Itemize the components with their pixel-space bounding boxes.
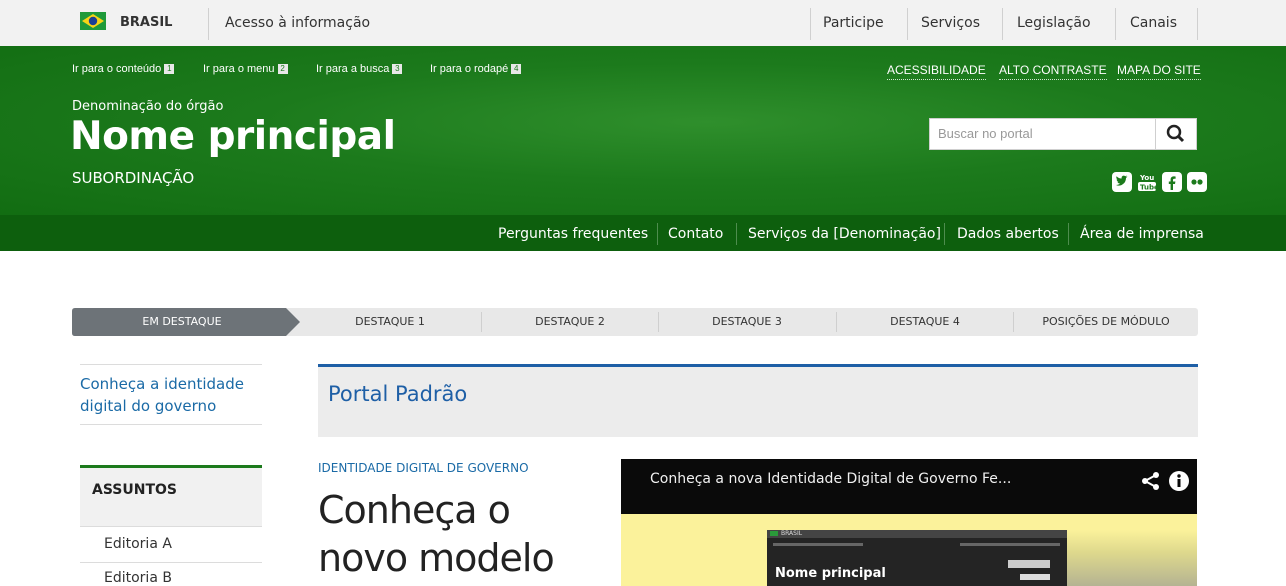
- brasil-link[interactable]: BRASIL: [120, 0, 172, 46]
- access-key: 2: [277, 64, 288, 75]
- tab-destaque-1[interactable]: DESTAQUE 1: [300, 308, 480, 336]
- divider: [208, 8, 209, 40]
- thumb-brasil: BRASIL: [781, 530, 803, 537]
- acesso-informacao-link[interactable]: Acesso à informação: [225, 0, 370, 46]
- skip-link-menu[interactable]: Ir para o menu 2: [203, 63, 288, 75]
- divider: [944, 223, 945, 245]
- org-subordination: SUBORDINAÇÃO: [72, 169, 195, 187]
- sidebar-item-editoria-b[interactable]: Editoria B: [104, 570, 172, 586]
- divider: [80, 526, 262, 527]
- info-icon[interactable]: [1168, 470, 1190, 496]
- divider: [1068, 223, 1069, 245]
- divider: [1002, 8, 1003, 40]
- tab-destaque-3[interactable]: DESTAQUE 3: [659, 308, 835, 336]
- identidade-digital-link[interactable]: Conheça a identidade digital do governo: [80, 373, 265, 417]
- nav-contato[interactable]: Contato: [668, 215, 723, 251]
- skip-label: Ir para o conteúdo: [72, 63, 162, 75]
- svg-text:Tube: Tube: [1140, 184, 1157, 192]
- skip-label: Ir para o rodapé: [430, 63, 509, 75]
- thumb-top-links: [960, 543, 1060, 546]
- svg-text:You: You: [1139, 174, 1154, 182]
- youtube-icon[interactable]: You Tube: [1137, 172, 1159, 192]
- divider: [80, 562, 262, 563]
- tab-destaque-4[interactable]: DESTAQUE 4: [837, 308, 1013, 336]
- search-icon: [1166, 124, 1185, 143]
- thumb-govbar: [767, 530, 1067, 538]
- alto-contraste-link[interactable]: ALTO CONTRASTE: [999, 63, 1107, 80]
- tab-em-destaque[interactable]: EM DESTAQUE: [72, 308, 292, 336]
- gov-link-canais[interactable]: Canais: [1130, 0, 1177, 46]
- share-icon[interactable]: [1140, 470, 1162, 496]
- thumb-fade: [1067, 530, 1197, 586]
- divider: [907, 8, 908, 40]
- thumb-search: [1008, 560, 1050, 568]
- gov-bar: [0, 0, 1286, 47]
- assuntos-title: ASSUNTOS: [92, 482, 177, 498]
- thumb-skip-links: [773, 543, 863, 546]
- thumb-title: Nome principal: [775, 566, 886, 581]
- sidebar-item-editoria-a[interactable]: Editoria A: [104, 536, 172, 552]
- skip-link-rodape[interactable]: Ir para o rodapé 4: [430, 63, 522, 75]
- tab-destaque-2[interactable]: DESTAQUE 2: [482, 308, 658, 336]
- acessibilidade-link[interactable]: ACESSIBILIDADE: [887, 63, 986, 80]
- divider: [80, 364, 262, 365]
- divider: [1115, 8, 1116, 40]
- article-kicker[interactable]: IDENTIDADE DIGITAL DE GOVERNO: [318, 461, 529, 475]
- search-button[interactable]: [1155, 119, 1196, 149]
- gov-link-participe[interactable]: Participe: [823, 0, 884, 46]
- thumb-flag: [770, 531, 778, 536]
- tab-posicoes-de-modulo[interactable]: POSIÇÕES DE MÓDULO: [1014, 308, 1198, 336]
- skip-link-busca[interactable]: Ir para a busca 3: [316, 63, 403, 75]
- nav-area-de-imprensa[interactable]: Área de imprensa: [1080, 215, 1204, 251]
- flickr-icon[interactable]: [1187, 172, 1207, 192]
- nav-servicos-denominacao[interactable]: Serviços da [Denominação]: [748, 215, 941, 251]
- access-key: 1: [164, 64, 175, 75]
- mapa-do-site-link[interactable]: MAPA DO SITE: [1117, 63, 1201, 80]
- article-headline-line-1[interactable]: Conheça o: [318, 488, 511, 532]
- access-key: 3: [392, 64, 403, 75]
- divider: [1197, 8, 1198, 40]
- gov-link-legislacao[interactable]: Legislação: [1017, 0, 1091, 46]
- search-box[interactable]: Buscar no portal: [929, 118, 1197, 150]
- divider: [810, 8, 811, 40]
- article-headline-line-2[interactable]: novo modelo: [318, 536, 555, 580]
- brasil-flag-icon: [80, 12, 106, 30]
- skip-label: Ir para a busca: [316, 63, 390, 75]
- access-key: 4: [511, 64, 522, 75]
- nav-perguntas-frequentes[interactable]: Perguntas frequentes: [498, 215, 648, 251]
- search-input[interactable]: Buscar no portal: [938, 119, 1033, 149]
- nav-dados-abertos[interactable]: Dados abertos: [957, 215, 1059, 251]
- skip-link-conteudo[interactable]: Ir para o conteúdo 1: [72, 63, 175, 75]
- twitter-icon[interactable]: [1112, 172, 1132, 192]
- thumb-social: [1020, 574, 1050, 580]
- divider: [657, 223, 658, 245]
- skip-label: Ir para o menu: [203, 63, 275, 75]
- gov-link-servicos[interactable]: Serviços: [921, 0, 980, 46]
- divider: [736, 223, 737, 245]
- portal-title[interactable]: Portal Padrão: [328, 382, 467, 406]
- video-title[interactable]: Conheça a nova Identidade Digital de Gov…: [650, 471, 1011, 487]
- facebook-icon[interactable]: [1162, 172, 1182, 192]
- site-title[interactable]: Nome principal: [70, 114, 396, 159]
- org-denomination: Denominação do órgão: [72, 99, 224, 114]
- divider: [80, 424, 262, 425]
